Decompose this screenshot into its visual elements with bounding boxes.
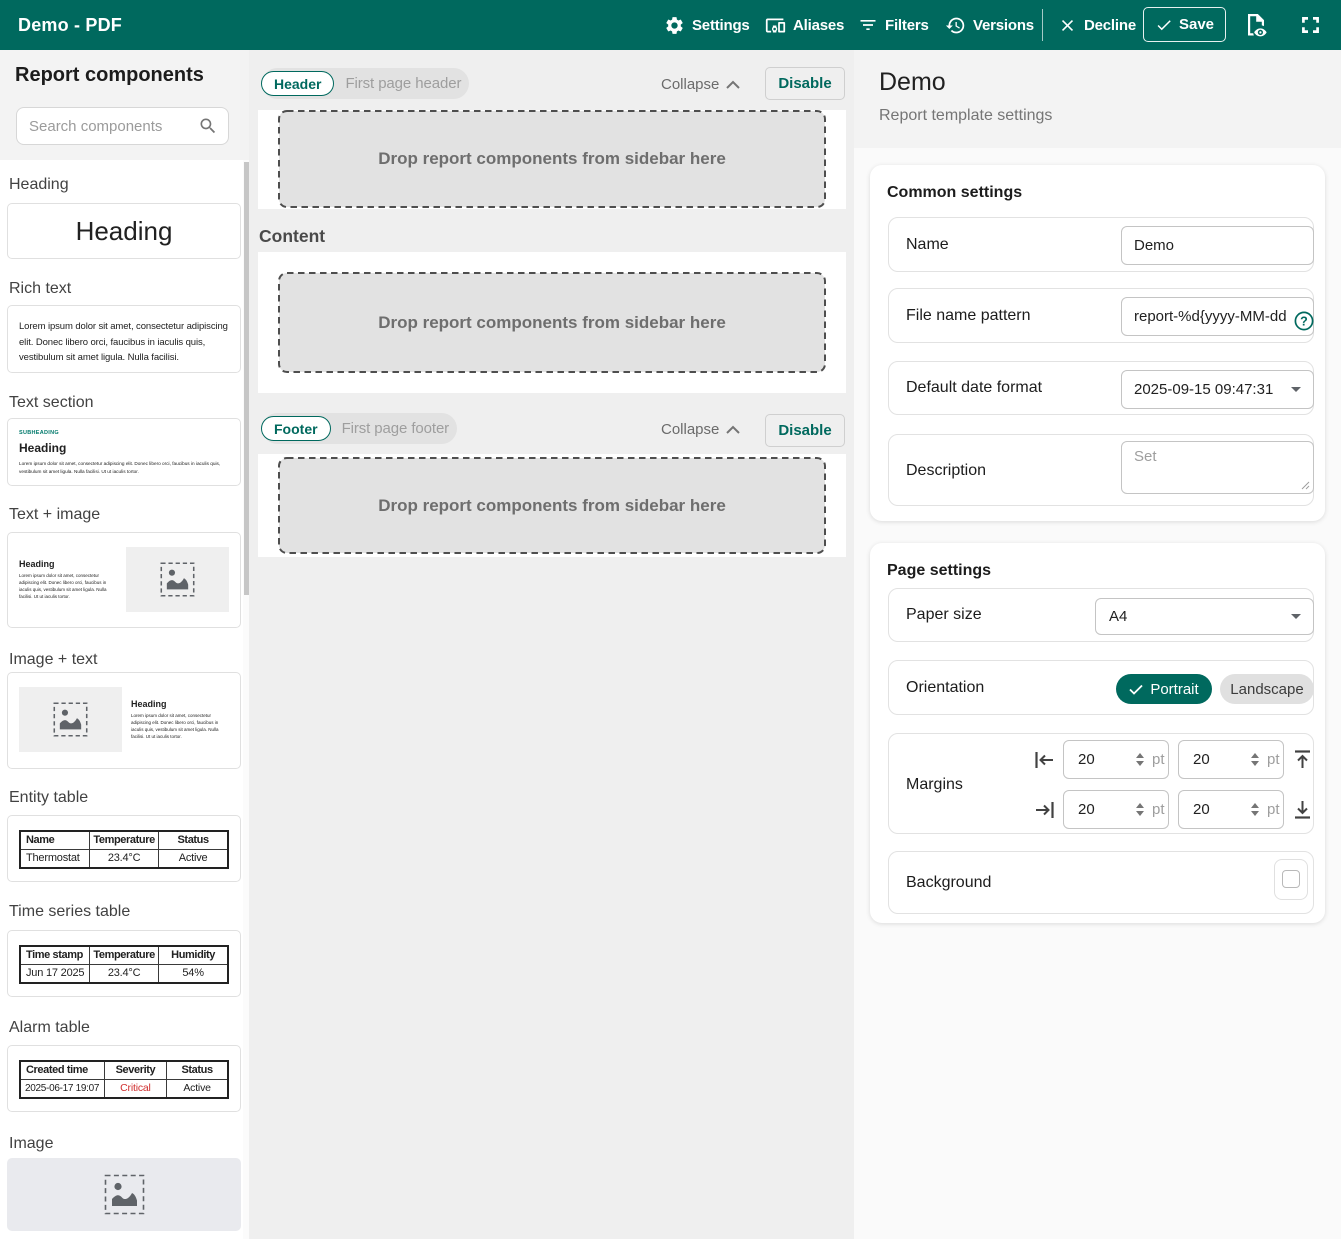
svg-text:?: ? [1300, 314, 1308, 328]
